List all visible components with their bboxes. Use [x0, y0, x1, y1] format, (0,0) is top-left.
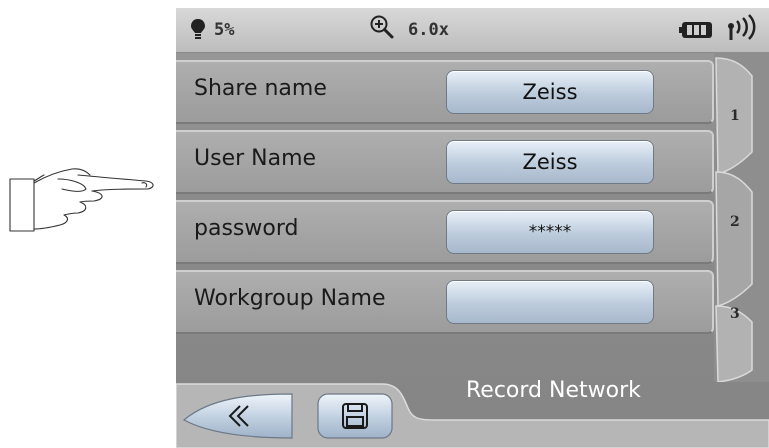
workgroup-name-row: Workgroup Name [176, 270, 714, 334]
zoom-value: 6.0x [408, 20, 449, 40]
share-name-row: Share name Zeiss [176, 60, 714, 124]
user-name-label: User Name [194, 146, 317, 171]
page-tab-strip [714, 52, 769, 382]
password-label: password [194, 216, 299, 241]
workgroup-name-field[interactable] [446, 280, 654, 324]
lightbulb-icon [191, 19, 205, 39]
pointing-hand-icon [9, 168, 154, 232]
share-name-label: Share name [194, 76, 327, 101]
wireless-signal-icon [728, 14, 756, 40]
battery-icon [679, 22, 712, 38]
device-screen: 5% 6.0x Share name Zeiss User Name Zeiss… [176, 8, 769, 448]
password-field[interactable]: ***** [446, 210, 654, 254]
password-row: password ***** [176, 200, 714, 264]
tab-1-label: 1 [730, 108, 740, 124]
save-button[interactable] [316, 390, 394, 442]
back-button[interactable] [180, 390, 298, 442]
tab-3-label: 3 [730, 306, 740, 322]
status-bar: 5% 6.0x [176, 8, 769, 53]
share-name-field[interactable]: Zeiss [446, 70, 654, 114]
brightness-value: 5% [214, 20, 235, 40]
tab-2-label: 2 [730, 214, 740, 230]
tab-2[interactable] [715, 171, 753, 307]
user-name-row: User Name Zeiss [176, 130, 714, 194]
screen-title: Record Network [466, 378, 641, 403]
user-name-field[interactable]: Zeiss [446, 140, 654, 184]
workgroup-name-label: Workgroup Name [194, 286, 386, 311]
zoom-in-icon [370, 15, 394, 39]
